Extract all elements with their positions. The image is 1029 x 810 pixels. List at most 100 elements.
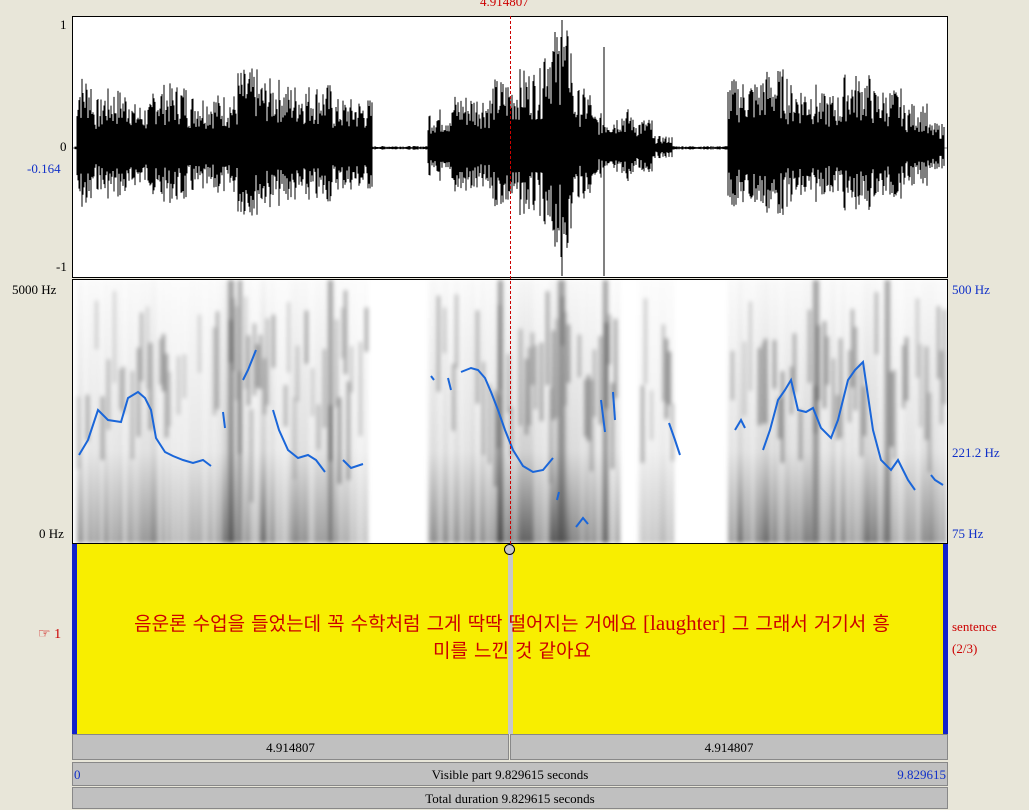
spectrogram-formant xyxy=(928,392,931,473)
spectrogram-column xyxy=(787,280,790,543)
spectrogram-formant xyxy=(799,409,802,461)
spectrogram-formant xyxy=(650,390,653,440)
spectrogram-formant xyxy=(359,341,362,437)
cursor-time-label: 4.914807 xyxy=(480,0,529,9)
spectrogram-column xyxy=(662,280,665,543)
spectrogram-column xyxy=(934,280,937,543)
spectrogram-formant xyxy=(937,306,940,379)
spectrogram-formant xyxy=(296,345,299,402)
spectrogram-column xyxy=(573,280,576,543)
waveform-yzero-label: 0 xyxy=(60,139,67,154)
spectrogram-column xyxy=(356,280,359,543)
spectrogram-formant xyxy=(773,340,776,389)
spectrogram-formant xyxy=(525,358,528,435)
spectrogram-column xyxy=(596,280,599,543)
spectrogram-column xyxy=(647,280,650,543)
boundary-handle[interactable] xyxy=(504,544,515,555)
spectrogram-column xyxy=(731,280,734,543)
spectrogram-formant xyxy=(293,397,296,480)
spectrogram-column xyxy=(737,280,740,543)
spectrogram-column xyxy=(180,280,183,543)
spectrogram-formant xyxy=(216,311,219,410)
spectrogram-column xyxy=(491,280,494,543)
spectrogram-column xyxy=(335,280,338,543)
spectrogram-formant xyxy=(311,368,314,417)
spectrogram-formant xyxy=(165,353,168,438)
spectrogram-column xyxy=(570,280,573,543)
selection-left-duration[interactable]: 4.914807 xyxy=(72,734,509,760)
spectrogram-column xyxy=(247,280,250,543)
spectrogram-formant xyxy=(749,301,752,391)
spectrogram-column xyxy=(195,280,198,543)
spectrogram-formant xyxy=(578,334,581,378)
spectrogram-formant xyxy=(925,346,928,441)
spectrogram-formant xyxy=(455,294,458,368)
spectrogram-column xyxy=(83,280,86,543)
spectrogram-formant xyxy=(940,350,943,425)
spectrogram-column xyxy=(734,280,737,543)
total-duration-bar[interactable]: Total duration 9.829615 seconds xyxy=(72,787,948,809)
spectrogram-column xyxy=(162,280,165,543)
spectrogram-column xyxy=(143,280,146,543)
spectrogram-formant xyxy=(781,371,784,463)
spectrogram-column xyxy=(110,280,113,543)
spectrogram-column xyxy=(219,280,222,543)
spectrogram-column xyxy=(473,280,476,543)
spectrogram-formant xyxy=(608,314,611,365)
spectrogram-formant xyxy=(848,350,851,423)
spectrogram-formant xyxy=(323,348,326,428)
spectrogram-formant xyxy=(919,344,922,428)
spectrogram-column xyxy=(350,280,353,543)
spectrogram-formant xyxy=(839,338,842,439)
spectrogram-column xyxy=(186,280,189,543)
interval-text-laughter: [laughter] xyxy=(643,611,726,635)
spectrogram-column xyxy=(752,280,755,543)
spectrogram-formant xyxy=(365,307,368,352)
selection-right-duration[interactable]: 4.914807 xyxy=(510,734,948,760)
interval-text[interactable]: 음운론 수업을 들었는데 꼭 수학처럼 그게 딱딱 떨어지는 거에요 [laug… xyxy=(80,610,944,665)
spectrogram-column xyxy=(299,280,302,543)
spectrogram-formant xyxy=(338,397,341,484)
spectrogram-column xyxy=(134,280,137,543)
spectrogram-formant xyxy=(668,351,671,405)
spectrogram-column xyxy=(826,280,829,543)
spectrogram-formant xyxy=(119,368,122,410)
spectrogram-formant xyxy=(341,307,344,359)
tier-count-label: (2/3) xyxy=(952,641,978,656)
spectrogram-column xyxy=(513,280,516,543)
spectrogram-formant xyxy=(443,307,446,354)
spectrogram-formant xyxy=(905,337,908,401)
spectrogram-column xyxy=(740,280,743,543)
spectrogram-column xyxy=(428,280,431,543)
spectrogram-formant xyxy=(86,394,89,441)
spectrogram-onset xyxy=(228,280,234,543)
cursor-line[interactable] xyxy=(510,16,511,544)
spectrogram-column xyxy=(89,280,92,543)
spectrogram-column xyxy=(617,280,620,543)
spectrogram-column xyxy=(653,280,656,543)
spectrogram-column xyxy=(449,280,452,543)
spectrogram-formant xyxy=(95,300,98,350)
spectrogram-column xyxy=(770,280,773,543)
spectrogram-column xyxy=(872,280,875,543)
spectrogram-formant xyxy=(287,301,290,373)
spectrogram-formant xyxy=(823,321,826,409)
spectrogram-column xyxy=(210,280,213,543)
interval-text-part2: 그 그래서 거기서 흥 xyxy=(725,613,890,635)
tier-name-label: sentence xyxy=(952,619,997,634)
total-duration-label: Total duration 9.829615 seconds xyxy=(425,791,595,806)
spectrogram-formant xyxy=(793,333,796,393)
spectrogram-formant xyxy=(198,314,201,373)
spectrogram-formant xyxy=(916,298,919,378)
spectrogram-column xyxy=(204,280,207,543)
interval-text-line2: 미를 느낀 것 같아요 xyxy=(433,640,591,662)
spectrogram-column xyxy=(353,280,356,543)
spectrogram-column xyxy=(516,280,519,543)
pitch-cursor-label: 221.2 Hz xyxy=(952,445,1000,460)
spectrogram-column xyxy=(192,280,195,543)
spectrogram-column xyxy=(857,280,860,543)
spectrogram-formant xyxy=(159,338,162,385)
spectrogram-formant xyxy=(567,324,570,383)
visible-part-bar[interactable]: 0 Visible part 9.829615 seconds 9.829615 xyxy=(72,762,948,786)
spectrogram-column xyxy=(922,280,925,543)
